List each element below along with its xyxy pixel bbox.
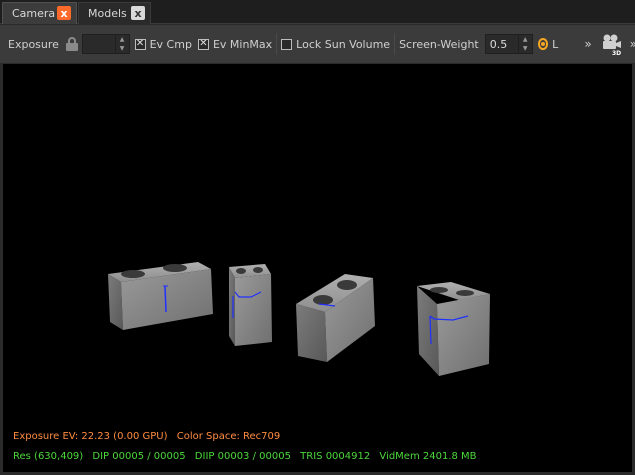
camera-badge: 3D [612,50,621,56]
hud-res: Res (630,409) [13,451,84,462]
screen-weight-label: Screen-Weight [399,37,479,51]
lock-sun-toggle[interactable]: Lock Sun Volume [281,38,390,51]
cinder-block-4[interactable] [417,282,490,376]
tab-bar: Camera x Models x [0,0,635,24]
tab-models[interactable]: Models x [78,2,151,24]
screen-weight-value: 0.5 [489,37,508,51]
ev-minmax-label: Ev MinMax [212,37,273,51]
exposure-input[interactable]: ▲ ▼ [81,34,130,54]
close-icon[interactable]: x [57,6,71,20]
hud-stats-line: Res (630,409) DIP 00005 / 00005 DIIP 000… [13,451,483,462]
camera-3d-icon[interactable]: 3D [600,32,624,57]
screen-weight-input[interactable]: 0.5 ▲ ▼ [484,34,533,54]
scene-render [108,262,490,376]
cinder-block-3[interactable] [296,274,375,362]
light-radio-label: L [552,37,559,51]
tab-models-label: Models [88,7,127,20]
ev-cmp-toggle[interactable]: ✕ Ev Cmp [134,37,192,51]
ev-minmax-checkbox[interactable]: ✕ [197,38,209,50]
lock-icon[interactable] [65,37,78,51]
hud-diip: DIIP 00003 / 00005 [194,451,291,462]
3d-viewport[interactable]: Exposure EV: 22.23 (0.00 GPU) Color Spac… [3,64,632,472]
hud-dip: DIP 00005 / 00005 [92,451,186,462]
hud-exposure-line: Exposure EV: 22.23 (0.00 GPU) Color Spac… [13,431,286,442]
hud-color-space: Color Space: Rec709 [176,431,281,442]
ev-cmp-label: Ev Cmp [149,37,192,51]
toolbar-divider [276,33,278,55]
exposure-stepper[interactable]: ▲ ▼ [114,35,129,53]
lock-sun-checkbox[interactable] [281,38,293,50]
close-icon[interactable]: x [131,6,145,20]
hud-vidmem: VidMem 2401.8 MB [379,451,477,462]
toolbar-divider [394,33,396,55]
camera-toolbar: Exposure ▲ ▼ ✕ Ev Cmp ✕ Ev MinMax Lock Su… [0,25,635,63]
light-radio[interactable] [537,38,549,50]
screen-weight-stepper[interactable]: ▲ ▼ [517,35,532,53]
cinder-block-1[interactable] [108,262,213,330]
overflow-chevron-icon[interactable]: » [584,37,591,51]
exposure-label: Exposure [8,37,59,51]
ev-minmax-toggle[interactable]: ✕ Ev MinMax [197,37,273,51]
hud-exposure-ev: Exposure EV: 22.23 (0.00 GPU) [13,431,168,442]
overflow-chevron-icon[interactable]: » [630,37,635,51]
ev-cmp-checkbox[interactable]: ✕ [134,38,146,50]
cinder-block-2[interactable] [229,264,272,346]
tab-camera[interactable]: Camera x [2,2,77,24]
hud-tris: TRIS 0004912 [300,451,371,462]
lock-sun-label: Lock Sun Volume [296,37,391,51]
tab-camera-label: Camera [12,7,56,20]
